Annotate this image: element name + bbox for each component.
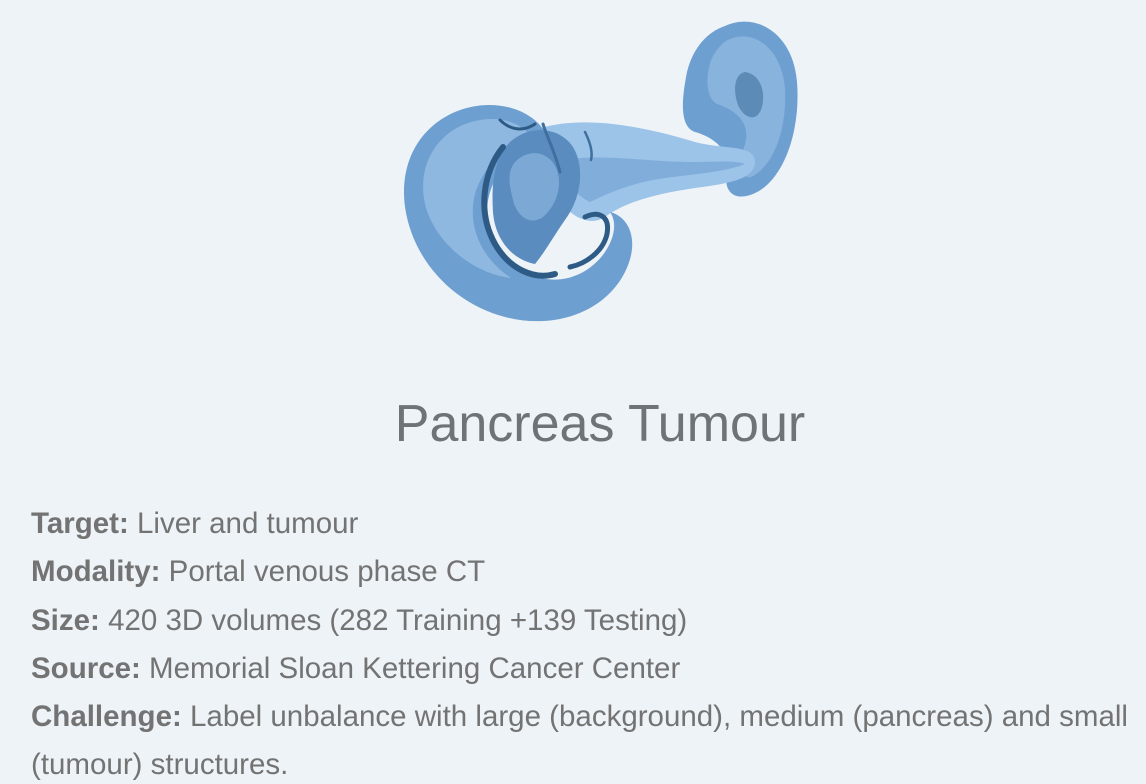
detail-value: Liver and tumour <box>137 507 359 540</box>
detail-key: Target: <box>31 507 129 540</box>
detail-row-challenge: Challenge: Label unbalance with large (b… <box>31 693 1146 784</box>
page-title: Pancreas Tumour <box>394 395 806 453</box>
detail-key: Source: <box>31 651 141 685</box>
detail-value: Memorial Sloan Kettering Cancer Center <box>149 651 681 685</box>
detail-value: Portal venous phase CT <box>168 555 486 589</box>
detail-key: Modality: <box>31 555 161 589</box>
detail-key: Size: <box>31 603 100 637</box>
detail-row-modality: Modality: Portal venous phase CT <box>31 548 1146 596</box>
detail-value: 420 3D volumes (282 Training +139 Testin… <box>108 603 688 637</box>
detail-row-size: Size: 420 3D volumes (282 Training +139 … <box>31 597 1146 645</box>
detail-value: Label unbalance with large (background),… <box>31 700 1128 782</box>
dataset-details: Target: Liver and tumour Modality: Porta… <box>31 500 1146 784</box>
detail-key: Challenge: <box>31 700 182 734</box>
detail-row-target: Target: Liver and tumour <box>31 500 1146 548</box>
detail-row-source: Source: Memorial Sloan Kettering Cancer … <box>31 645 1146 693</box>
pancreas-illustration-icon <box>395 12 805 330</box>
